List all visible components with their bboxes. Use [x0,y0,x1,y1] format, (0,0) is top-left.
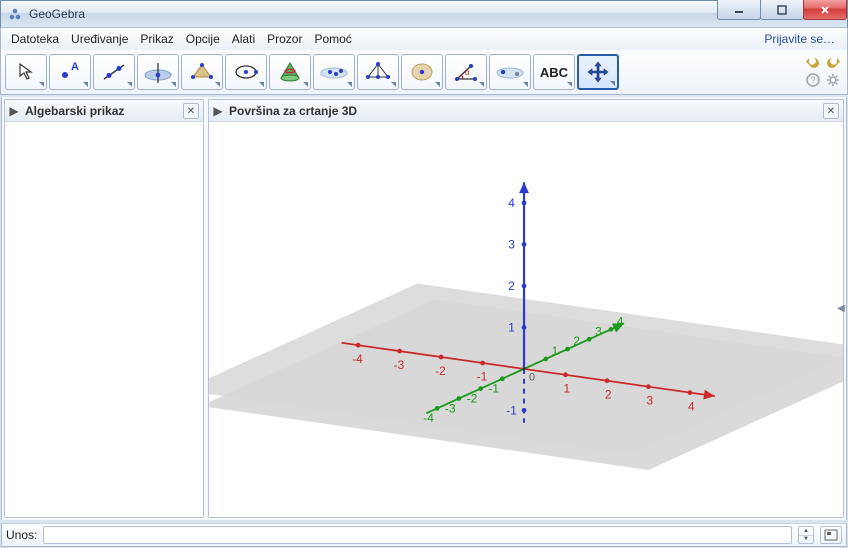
side-expand-icon[interactable]: ◀ [836,295,846,323]
menu-uredivanje[interactable]: Uređivanje [65,30,134,48]
svg-text:0: 0 [529,372,535,384]
minimize-button[interactable] [717,0,761,20]
svg-text:2: 2 [605,388,612,402]
help-icon[interactable]: ? [805,72,821,88]
close-button[interactable] [803,0,847,20]
svg-text:1: 1 [564,382,571,396]
menu-prikaz[interactable]: Prikaz [134,30,179,48]
polygon-tool[interactable] [181,54,223,90]
menu-datoteka[interactable]: Datoteka [5,30,65,48]
algebra-panel-title: Algebarski prikaz [25,104,124,118]
menu-opcije[interactable]: Opcije [180,30,226,48]
app-icon [7,6,23,22]
workarea: ▶ Algebarski prikaz ✕ ▶ Površina za crta… [1,97,847,520]
svg-text:-4: -4 [352,352,363,366]
svg-text:-3: -3 [445,401,456,415]
view3d-panel-close[interactable]: ✕ [823,103,839,119]
perpendicular-tool[interactable] [137,54,179,90]
view3d-panel: ▶ Površina za crtanje 3D ✕ -4-3-2-11234-… [208,99,844,518]
angle-tool[interactable]: α [445,54,487,90]
collapse-icon[interactable]: ▶ [213,106,223,116]
svg-text:2: 2 [508,279,515,293]
reflect-tool[interactable] [489,54,531,90]
svg-text:1: 1 [508,320,515,334]
svg-text:-4: -4 [423,411,434,425]
text-tool[interactable]: ABC [533,54,575,90]
undo-icon[interactable] [805,54,821,70]
svg-text:-3: -3 [394,358,405,372]
point-tool[interactable]: A [49,54,91,90]
plane-tool[interactable] [357,54,399,90]
svg-text:-1: -1 [488,382,499,396]
input-history-spinner[interactable]: ▲▼ [798,526,814,544]
svg-text:A: A [71,61,79,73]
collapse-icon[interactable]: ▶ [9,106,19,116]
line-tool[interactable] [93,54,135,90]
svg-text:4: 4 [508,196,515,210]
menu-alati[interactable]: Alati [226,30,261,48]
svg-text:1: 1 [552,344,559,358]
input-bar: Unos: ▲▼ [1,523,847,547]
algebra-panel-body [5,122,203,517]
toolbar: A α ABC ? [0,50,848,95]
algebra-panel-header[interactable]: ▶ Algebarski prikaz ✕ [5,100,203,122]
intersect-surfaces-tool[interactable] [269,54,311,90]
algebra-panel: ▶ Algebarski prikaz ✕ [4,99,204,518]
menu-pomoc[interactable]: Pomoć [308,30,357,48]
svg-text:3: 3 [595,324,602,338]
text-tool-label: ABC [540,65,568,80]
input-field[interactable] [43,526,792,544]
svg-text:4: 4 [617,314,624,328]
view3d-panel-title: Površina za crtanje 3D [229,104,357,118]
input-expand-button[interactable] [820,526,842,544]
sphere-tool[interactable] [313,54,355,90]
window-titlebar: GeoGebra [0,0,848,28]
svg-text:?: ? [811,75,816,85]
menu-prozor[interactable]: Prozor [261,30,308,48]
svg-text:-2: -2 [467,391,478,405]
view3d-canvas[interactable]: -4-3-2-11234-4-3-2-1123412340-1 [209,122,843,517]
svg-text:4: 4 [688,399,695,413]
move-view-tool[interactable] [577,54,619,90]
input-label: Unos: [6,528,37,542]
pyramid-tool[interactable] [401,54,443,90]
svg-text:-1: -1 [477,370,488,384]
menubar: Datoteka Uređivanje Prikaz Opcije Alati … [0,28,848,50]
svg-text:2: 2 [573,334,580,348]
signin-link[interactable]: Prijavite se… [764,32,843,46]
settings-icon[interactable] [825,72,841,88]
window-title: GeoGebra [29,7,85,21]
redo-icon[interactable] [825,54,841,70]
circle-tool[interactable] [225,54,267,90]
algebra-panel-close[interactable]: ✕ [183,103,199,119]
svg-text:α: α [465,68,470,77]
move-tool[interactable] [5,54,47,90]
svg-text:-1: -1 [506,403,517,417]
maximize-button[interactable] [760,0,804,20]
svg-text:3: 3 [508,237,515,251]
view3d-panel-header[interactable]: ▶ Površina za crtanje 3D ✕ [209,100,843,122]
svg-text:3: 3 [646,393,653,407]
svg-text:-2: -2 [435,364,446,378]
